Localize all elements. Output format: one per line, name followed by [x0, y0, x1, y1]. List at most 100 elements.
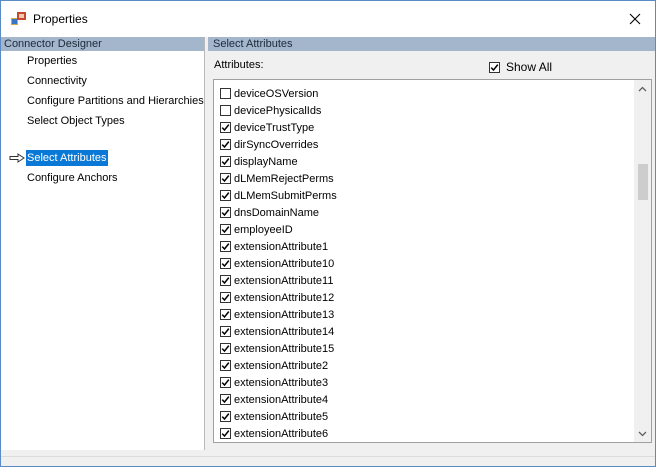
attribute-checkbox[interactable]	[220, 139, 231, 150]
attribute-row[interactable]: extensionAttribute15	[220, 340, 334, 357]
attribute-checkbox[interactable]	[220, 207, 231, 218]
attribute-name: dLMemSubmitPerms	[234, 189, 337, 202]
attribute-name: extensionAttribute1	[234, 240, 329, 253]
checkmark-icon	[490, 63, 499, 71]
attribute-checkbox[interactable]	[220, 122, 231, 133]
checkmark-icon	[221, 243, 230, 251]
checkmark-icon	[221, 345, 230, 353]
attribute-checkbox[interactable]	[220, 309, 231, 320]
current-step-arrow-icon	[9, 153, 25, 163]
attribute-row[interactable]: deviceOSVersion	[220, 85, 318, 102]
checkmark-icon	[221, 209, 230, 217]
checkmark-icon	[221, 362, 230, 370]
attribute-row[interactable]: extensionAttribute10	[220, 255, 334, 272]
scroll-up-button[interactable]	[634, 80, 651, 97]
checkmark-icon	[221, 124, 230, 132]
attribute-checkbox[interactable]	[220, 394, 231, 405]
attribute-row[interactable]: extensionAttribute11	[220, 272, 333, 289]
attribute-row[interactable]: dLMemSubmitPerms	[220, 187, 337, 204]
attribute-checkbox[interactable]	[220, 190, 231, 201]
attribute-row[interactable]: extensionAttribute1	[220, 238, 328, 255]
connector-designer-header: Connector Designer	[1, 37, 204, 51]
attribute-name: extensionAttribute4	[234, 393, 329, 406]
attribute-row[interactable]: devicePhysicalIds	[220, 102, 321, 119]
attribute-name: extensionAttribute3	[234, 376, 329, 389]
attribute-row[interactable]: dirSyncOverrides	[220, 136, 318, 153]
attribute-row[interactable]: extensionAttribute12	[220, 289, 334, 306]
attribute-checkbox[interactable]	[220, 241, 231, 252]
nav-item-configure-anchors[interactable]: Configure Anchors	[26, 170, 119, 186]
attribute-checkbox[interactable]	[220, 258, 231, 269]
attribute-checkbox[interactable]	[220, 292, 231, 303]
attribute-row[interactable]: employeeID	[220, 221, 293, 238]
checkmark-icon	[221, 226, 230, 234]
checkmark-icon	[221, 396, 230, 404]
show-all-check-icon[interactable]	[489, 61, 500, 73]
attribute-name: devicePhysicalIds	[234, 104, 322, 117]
checkmark-icon	[221, 260, 230, 268]
attribute-checkbox[interactable]	[220, 105, 231, 116]
attribute-name: dirSyncOverrides	[234, 138, 319, 151]
attribute-checkbox[interactable]	[220, 224, 231, 235]
scroll-thumb[interactable]	[638, 164, 648, 200]
checkmark-icon	[221, 413, 230, 421]
attribute-name: deviceTrustType	[234, 121, 315, 134]
attribute-checkbox[interactable]	[220, 360, 231, 371]
attribute-name: dnsDomainName	[234, 206, 319, 219]
nav-item-select-attributes[interactable]: Select Attributes	[26, 150, 108, 166]
attributes-label: Attributes:	[214, 59, 264, 71]
attribute-row[interactable]: deviceTrustType	[220, 119, 314, 136]
attribute-row[interactable]: dLMemRejectPerms	[220, 170, 334, 187]
checkmark-icon	[221, 277, 230, 285]
scroll-down-button[interactable]	[634, 425, 651, 442]
attribute-name: extensionAttribute6	[234, 427, 329, 440]
checkmark-icon	[221, 175, 230, 183]
connector-designer-panel: Connector Designer Properties Connectivi…	[1, 37, 205, 450]
nav-item-connectivity[interactable]: Connectivity	[26, 73, 88, 89]
attribute-row[interactable]: extensionAttribute3	[220, 374, 328, 391]
attribute-row[interactable]: extensionAttribute4	[220, 391, 328, 408]
attribute-checkbox[interactable]	[220, 326, 231, 337]
attribute-name: extensionAttribute10	[234, 257, 335, 270]
attribute-name: extensionAttribute15	[234, 342, 335, 355]
attribute-name: extensionAttribute14	[234, 325, 335, 338]
nav-item-properties[interactable]: Properties	[26, 53, 78, 69]
checkmark-icon	[221, 192, 230, 200]
show-all-checkbox[interactable]: Show All	[489, 60, 552, 74]
attribute-name: employeeID	[234, 223, 293, 236]
attributes-scrollbar[interactable]	[634, 80, 651, 442]
attribute-name: extensionAttribute11	[234, 274, 334, 287]
select-attributes-panel: Select Attributes Attributes: Show All d…	[208, 37, 655, 450]
attribute-row[interactable]: extensionAttribute6	[220, 425, 328, 442]
checkmark-icon	[221, 430, 230, 438]
attributes-list[interactable]: deviceOSVersion devicePhysicalIds deviceTr…	[213, 79, 652, 443]
nav-item-select-object-types[interactable]: Select Object Types	[26, 113, 126, 129]
close-icon	[629, 13, 641, 25]
attribute-row[interactable]: dnsDomainName	[220, 204, 319, 221]
attribute-name: extensionAttribute13	[234, 308, 335, 321]
attribute-row[interactable]: displayName	[220, 153, 298, 170]
attribute-name: extensionAttribute5	[234, 410, 329, 423]
attribute-checkbox[interactable]	[220, 428, 231, 439]
attribute-checkbox[interactable]	[220, 88, 231, 99]
attribute-name: displayName	[234, 155, 298, 168]
attribute-row[interactable]: extensionAttribute5	[220, 408, 328, 425]
checkmark-icon	[221, 158, 230, 166]
attribute-checkbox[interactable]	[220, 377, 231, 388]
attribute-row[interactable]: extensionAttribute14	[220, 323, 334, 340]
checkmark-icon	[221, 294, 230, 302]
attribute-checkbox[interactable]	[220, 343, 231, 354]
attribute-name: dLMemRejectPerms	[234, 172, 334, 185]
attribute-checkbox[interactable]	[220, 156, 231, 167]
close-button[interactable]	[615, 1, 655, 37]
attribute-checkbox[interactable]	[220, 173, 231, 184]
attribute-row[interactable]: extensionAttribute2	[220, 357, 328, 374]
checkmark-icon	[221, 379, 230, 387]
nav-item-configure-partitions[interactable]: Configure Partitions and Hierarchies	[26, 93, 205, 109]
attribute-checkbox[interactable]	[220, 275, 231, 286]
chevron-down-icon	[638, 431, 647, 436]
attribute-checkbox[interactable]	[220, 411, 231, 422]
attribute-row[interactable]: extensionAttribute13	[220, 306, 334, 323]
attribute-name: extensionAttribute2	[234, 359, 329, 372]
checkmark-icon	[221, 311, 230, 319]
